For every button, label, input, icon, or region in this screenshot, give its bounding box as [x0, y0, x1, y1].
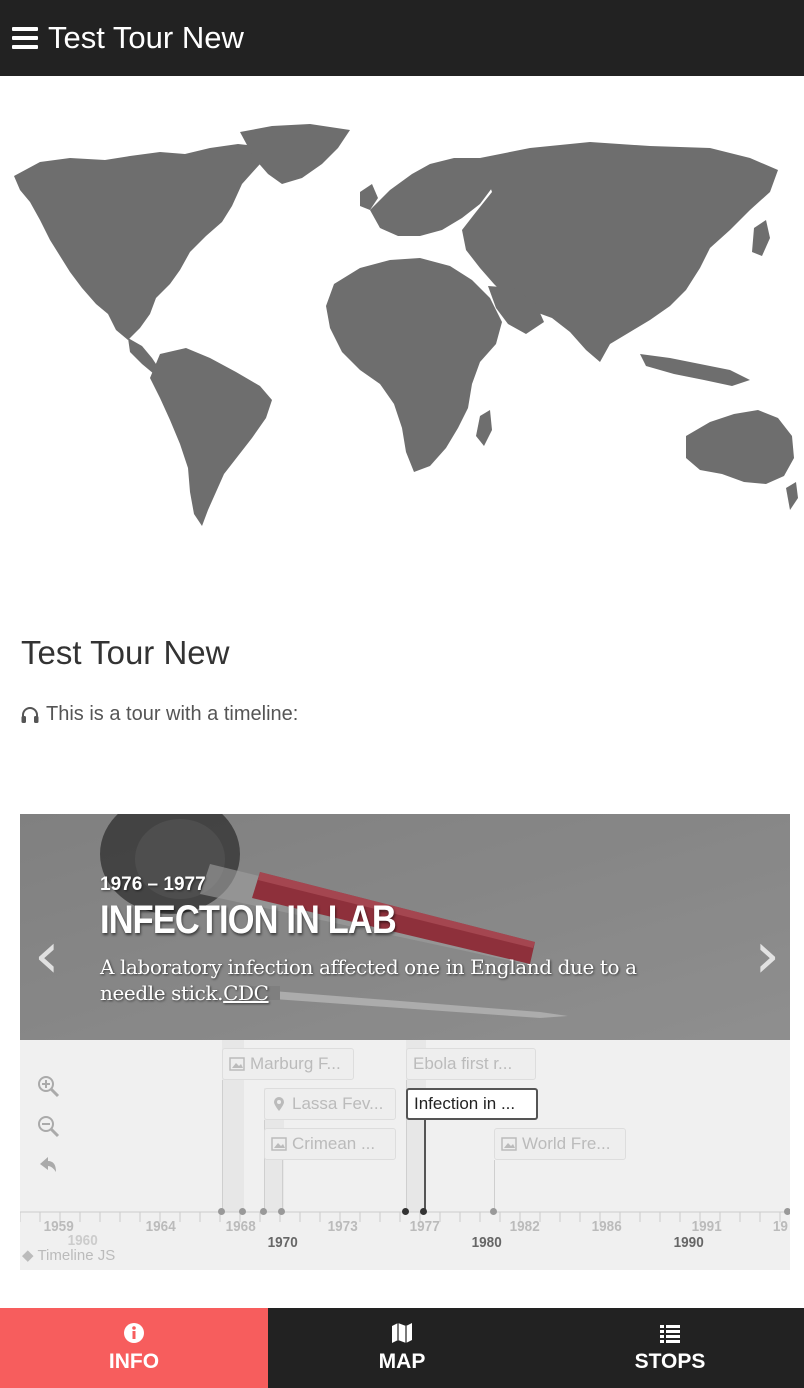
map-pin-icon: [274, 1097, 284, 1111]
timeline-widget: 1976 – 1977 INFECTION IN LAB A laborator…: [20, 814, 790, 1270]
slide-headline: INFECTION IN LAB: [100, 898, 397, 942]
tick-label: 1977: [409, 1218, 440, 1235]
africa-shape: [326, 258, 502, 472]
slide-date: 1976 – 1977: [100, 874, 206, 895]
timeline-dot-active: [420, 1208, 427, 1215]
major-tick-label: 1990: [673, 1234, 704, 1251]
tick-label: 19: [772, 1218, 788, 1235]
tour-title: Test Tour New: [21, 634, 230, 671]
major-tick-label: 1970: [267, 1234, 298, 1251]
timeline-marker-label: Marburg F...: [250, 1054, 341, 1073]
back-to-start-icon[interactable]: [36, 1154, 60, 1178]
timeline-dot: [239, 1208, 246, 1215]
new-zealand-shape: [786, 482, 798, 510]
tab-label: STOPS: [634, 1350, 706, 1373]
tour-description-text: This is a tour with a timeline:: [46, 703, 299, 725]
tab-label: MAP: [378, 1350, 426, 1373]
major-tick-label: 1980: [471, 1234, 502, 1251]
timeline-marker[interactable]: World Fre...: [494, 1128, 626, 1160]
slide-body: A laboratory infection affected one in E…: [100, 955, 637, 1005]
tab-map[interactable]: MAP: [268, 1308, 536, 1388]
greenland-shape: [240, 124, 350, 184]
timeline-marker-label: Crimean ...: [292, 1134, 376, 1153]
tour-description: This is a tour with a timeline:: [20, 703, 298, 726]
indonesia-shape: [640, 354, 750, 386]
north-america-shape: [14, 144, 260, 340]
timeline-marker-active[interactable]: Infection in ...: [406, 1088, 538, 1120]
timeline-marker[interactable]: Crimean ...: [264, 1128, 396, 1160]
timeline-marker[interactable]: Lassa Fev...: [264, 1088, 396, 1120]
timeline-dot: [278, 1208, 285, 1215]
japan-shape: [752, 220, 770, 256]
timeline-dot: [490, 1208, 497, 1215]
app-title: Test Tour New: [48, 20, 244, 55]
tick-label: 1982: [509, 1218, 540, 1235]
timeline-dot: [218, 1208, 225, 1215]
headphones-icon: [21, 706, 39, 723]
image-icon: [271, 1137, 287, 1151]
image-icon: [501, 1137, 517, 1151]
timeline-dot: [784, 1208, 790, 1215]
timeline-marker-label: Ebola first r...: [413, 1054, 513, 1073]
timeline-dot: [260, 1208, 267, 1215]
tick-label: 1968: [225, 1218, 256, 1235]
timeline-axis: 1959 1964 1968 1973 1977 1982 1986 1991 …: [20, 1208, 790, 1270]
tick-label: 1986: [591, 1218, 622, 1235]
timeline-dot: [402, 1208, 409, 1215]
image-icon: [229, 1057, 245, 1071]
australia-shape: [686, 410, 794, 484]
info-icon: [124, 1323, 144, 1343]
bottom-tab-bar: INFO MAP STOPS: [0, 1308, 804, 1388]
top-bar: Test Tour New: [0, 0, 804, 76]
tab-label: INFO: [108, 1350, 160, 1373]
tab-stops[interactable]: STOPS: [536, 1308, 804, 1388]
timeline-marker-label: Infection in ...: [414, 1094, 516, 1113]
timeline-marker[interactable]: Marburg F...: [222, 1048, 354, 1080]
tick-label: 1973: [327, 1218, 358, 1235]
timeline-marker-label: Lassa Fev...: [292, 1094, 384, 1113]
list-icon: [660, 1325, 680, 1343]
timelinejs-credit[interactable]: ◆ Timeline JS: [22, 1246, 115, 1264]
timeline-marker[interactable]: Ebola first r...: [406, 1048, 536, 1080]
next-slide-button[interactable]: ›: [754, 924, 780, 988]
asia-shape: [462, 142, 778, 362]
menu-icon[interactable]: [12, 27, 38, 49]
tick-label: 1964: [145, 1218, 176, 1235]
slide-text: A laboratory infection affected one in E…: [100, 954, 700, 1006]
cdc-link[interactable]: CDC: [223, 981, 269, 1005]
timeline-marker-label: World Fre...: [522, 1134, 611, 1153]
previous-slide-button[interactable]: ‹: [34, 924, 60, 988]
timeline-slide: 1976 – 1977 INFECTION IN LAB A laborator…: [20, 814, 790, 1040]
map-icon: [392, 1323, 412, 1343]
zoom-in-icon[interactable]: [36, 1074, 60, 1098]
timeline-navigator[interactable]: Marburg F... Lassa Fev... Crimean ... Eb…: [20, 1040, 790, 1270]
tab-info[interactable]: INFO: [0, 1308, 268, 1388]
madagascar-shape: [476, 410, 492, 446]
world-map: [14, 124, 798, 526]
zoom-out-icon[interactable]: [36, 1114, 60, 1138]
south-america-shape: [150, 348, 272, 526]
tick-label: 1991: [691, 1218, 722, 1235]
